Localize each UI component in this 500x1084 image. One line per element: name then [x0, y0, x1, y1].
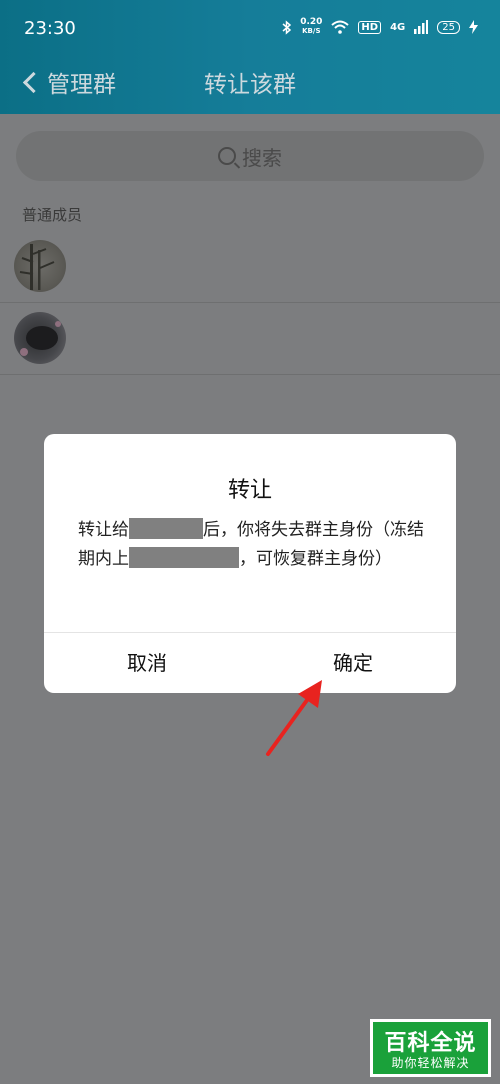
annotation-arrow-icon: [266, 680, 322, 756]
search-icon: [218, 147, 236, 165]
dialog-title: 转让: [227, 478, 272, 503]
watermark-main-text: 百科全说: [384, 1031, 477, 1056]
nav-bar: 管理群 转让该群: [0, 60, 500, 114]
charging-icon: [469, 20, 478, 34]
bluetooth-icon: [282, 19, 292, 35]
redacted-period: [129, 547, 239, 568]
section-label-members: 普通成员: [22, 206, 83, 224]
bamboo-avatar-image: [19, 244, 55, 290]
watermark-logo: 百科全说 助你轻松解决: [370, 1019, 491, 1077]
cancel-button[interactable]: 取消: [44, 633, 250, 693]
net-speed: 0.20 KB/S: [300, 18, 322, 36]
avatar: [14, 240, 66, 292]
dialog-message-part1: 转让给: [78, 520, 129, 540]
list-item[interactable]: [0, 302, 500, 375]
avatar: [14, 312, 66, 364]
status-time: 23:30: [24, 18, 76, 39]
dialog-message: 转让给 后，你将失去群主身份（冻结期内上 ，可恢复群主身份）: [78, 516, 428, 574]
redacted-name: [129, 518, 203, 539]
status-bar: 23:30 0.20 KB/S HD 4G 25: [0, 0, 500, 60]
status-icons: 0.20 KB/S HD 4G 25: [282, 18, 478, 36]
list-item[interactable]: [0, 230, 500, 303]
dialog-message-part3: ，可恢复群主身份）: [239, 549, 392, 569]
hd-badge: HD: [358, 20, 382, 34]
search-input[interactable]: 搜索: [16, 131, 484, 181]
signal-bars-icon: [414, 20, 429, 34]
watermark-sub-text: 助你轻松解决: [391, 1056, 470, 1070]
app-header: 23:30 0.20 KB/S HD 4G 25 管理群 转让该群: [0, 0, 500, 114]
page-title: 转让该群: [204, 72, 296, 98]
wifi-icon: [331, 20, 350, 34]
transfer-dialog: 转让 转让给 后，你将失去群主身份（冻结期内上 ，可恢复群主身份） 取消 确定: [44, 434, 456, 693]
net-speed-unit: KB/S: [302, 27, 321, 35]
search-placeholder: 搜索: [242, 145, 282, 170]
signal-4g-label: 4G: [390, 21, 406, 33]
portrait-avatar-image: [20, 321, 61, 356]
battery-indicator: 25: [437, 20, 460, 34]
net-speed-value: 0.20: [300, 17, 323, 27]
